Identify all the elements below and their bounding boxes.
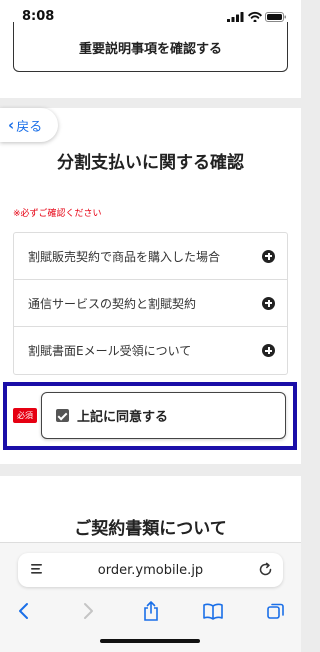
chevron-left-icon: ‹ <box>8 116 15 134</box>
back-button[interactable]: ‹ 戻る <box>0 108 58 142</box>
plus-circle-icon <box>262 249 275 263</box>
agreement-highlight-frame: 必須 上記に同意する <box>3 382 297 450</box>
top-section: 重要説明事項を確認する <box>0 22 301 98</box>
forward-arrow-icon[interactable] <box>76 599 100 623</box>
reload-icon[interactable] <box>258 562 273 581</box>
share-icon[interactable] <box>139 599 163 623</box>
accordion-item-email-receipt[interactable]: 割賦書面Eメール受領について <box>14 327 287 374</box>
accordion-list: 割賦販売契約で商品を購入した場合 通信サービスの契約と割賦契約 割賦書面Eメール… <box>13 232 288 375</box>
agree-checkbox-button[interactable]: 上記に同意する <box>41 392 286 439</box>
agree-label: 上記に同意する <box>77 410 169 425</box>
accordion-item-label: 割賦書面Eメール受領について <box>28 344 192 358</box>
browser-toolbar: order.ymobile.jp <box>0 542 301 652</box>
required-badge: 必須 <box>13 408 37 423</box>
back-button-label: 戻る <box>16 119 43 135</box>
bookmarks-icon[interactable] <box>201 599 225 623</box>
url-text: order.ymobile.jp <box>97 562 204 578</box>
accordion-item-service-contract[interactable]: 通信サービスの契約と割賦契約 <box>14 280 287 327</box>
contract-section-title: ご契約書類について <box>74 519 227 539</box>
accordion-item-label: 割賦販売契約で商品を購入した場合 <box>28 249 221 264</box>
section-title: 分割支払いに関する確認 <box>57 153 244 173</box>
safari-toolbar <box>0 599 301 623</box>
home-indicator <box>100 639 200 643</box>
accordion-item-installment-purchase[interactable]: 割賦販売契約で商品を購入した場合 <box>14 233 287 280</box>
required-note: ※必ずご確認ください <box>13 209 102 219</box>
tabs-icon[interactable] <box>264 599 288 623</box>
address-bar[interactable]: order.ymobile.jp <box>18 553 283 587</box>
accordion-item-label: 通信サービスの契約と割賦契約 <box>28 296 197 311</box>
battery-icon <box>265 12 286 22</box>
checkbox-checked-icon <box>56 409 69 422</box>
plus-circle-icon <box>262 296 275 310</box>
plus-circle-icon <box>262 344 275 357</box>
back-arrow-icon[interactable] <box>12 599 36 623</box>
installment-confirmation-section: ‹ 戻る 分割支払いに関する確認 ※必ずご確認ください 割賦販売契約で商品を購入… <box>0 108 301 464</box>
important-explanation-button[interactable]: 重要説明事項を確認する <box>13 22 288 72</box>
reader-view-icon[interactable] <box>30 563 44 580</box>
